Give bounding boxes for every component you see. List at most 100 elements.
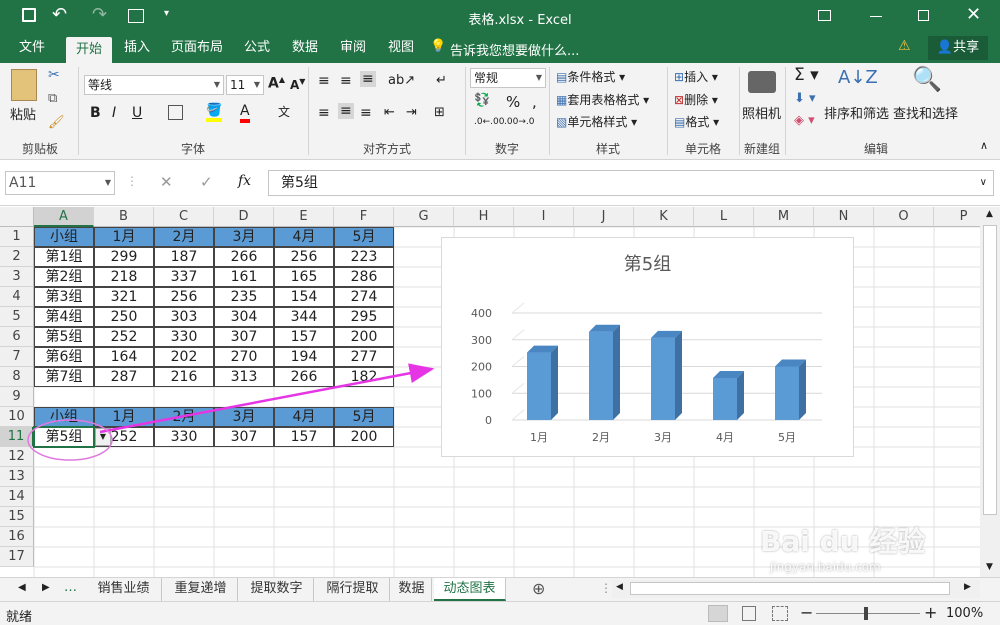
font-name-select[interactable]: 等线 ▼ <box>84 75 224 95</box>
align-left-icon[interactable]: ≡ <box>318 105 330 121</box>
tab-data[interactable]: 数据 <box>284 33 326 63</box>
column-header-K[interactable]: K <box>634 207 694 227</box>
autosum-icon[interactable]: Σ ▾ <box>794 65 819 85</box>
shrink-font-icon[interactable]: A▼ <box>290 77 305 92</box>
paste-button[interactable]: 粘贴 <box>10 104 36 123</box>
align-middle-icon[interactable]: ≡ <box>340 73 352 89</box>
row-header-10[interactable]: 10 <box>0 407 34 427</box>
sort-filter-button[interactable]: 排序和筛选 <box>824 103 889 122</box>
sheet-tab[interactable]: 提取数字 <box>240 578 314 601</box>
accounting-format-icon[interactable]: 💱 <box>474 93 490 108</box>
table-header-cell[interactable]: 1月 <box>94 227 154 247</box>
confirm-entry-icon[interactable]: ✓ <box>200 173 213 191</box>
fill-icon[interactable]: ⬇ ▾ <box>794 91 816 106</box>
customize-qat-icon[interactable]: ▾ <box>164 8 169 19</box>
share-button[interactable]: 👤共享 <box>928 36 988 60</box>
table-cell[interactable]: 277 <box>334 347 394 367</box>
row-header-4[interactable]: 4 <box>0 287 34 307</box>
delete-cells-button[interactable]: ⊠删除 ▾ <box>674 91 718 108</box>
scroll-left-icon[interactable]: ◀ <box>616 582 623 592</box>
column-header-G[interactable]: G <box>394 207 454 227</box>
insert-function-icon[interactable]: fx <box>238 173 251 189</box>
column-header-B[interactable]: B <box>94 207 154 227</box>
column-header-F[interactable]: F <box>334 207 394 227</box>
next-sheet-icon[interactable]: ▶ <box>42 582 50 593</box>
row-header-3[interactable]: 3 <box>0 267 34 287</box>
insert-cells-button[interactable]: ⊞插入 ▾ <box>674 68 718 85</box>
wrap-text-icon[interactable]: ↵ <box>436 73 447 88</box>
table-cell[interactable]: 154 <box>274 287 334 307</box>
percent-icon[interactable]: % <box>506 93 520 111</box>
table-cell[interactable]: 307 <box>214 327 274 347</box>
table-cell[interactable]: 287 <box>94 367 154 387</box>
table-cell[interactable]: 218 <box>94 267 154 287</box>
warning-icon[interactable]: ⚠ <box>898 38 911 54</box>
table-cell[interactable]: 330 <box>154 327 214 347</box>
underline-button[interactable]: U <box>132 105 142 121</box>
table-cell[interactable]: 344 <box>274 307 334 327</box>
save-icon[interactable] <box>22 8 36 22</box>
table-cell[interactable]: 299 <box>94 247 154 267</box>
table-cell[interactable]: 266 <box>214 247 274 267</box>
table-cell[interactable]: 304 <box>214 307 274 327</box>
tab-splitter-icon[interactable]: ⋮ <box>600 581 612 595</box>
column-header-A[interactable]: A <box>34 207 94 227</box>
italic-button[interactable]: I <box>112 105 116 121</box>
table-cell[interactable]: 313 <box>214 367 274 387</box>
sheet-tab[interactable]: 数据 <box>392 578 432 601</box>
cell-style-button[interactable]: ▧单元格样式 ▾ <box>556 113 637 130</box>
table-header-cell[interactable]: 小组 <box>34 407 94 427</box>
name-box[interactable]: A11 ▼ <box>5 171 115 195</box>
zoom-in-icon[interactable]: + <box>924 603 937 622</box>
tab-view[interactable]: 视图 <box>380 33 422 63</box>
table-cell[interactable]: 157 <box>274 327 334 347</box>
table-cell[interactable]: 256 <box>154 287 214 307</box>
table-cell[interactable]: 250 <box>94 307 154 327</box>
row-header-5[interactable]: 5 <box>0 307 34 327</box>
table-cell[interactable]: 194 <box>274 347 334 367</box>
table-cell[interactable]: 第2组 <box>34 267 94 287</box>
table-cell[interactable]: 161 <box>214 267 274 287</box>
borders-icon[interactable] <box>168 105 183 120</box>
table-cell[interactable]: 165 <box>274 267 334 287</box>
row-header-15[interactable]: 15 <box>0 507 34 527</box>
clear-icon[interactable]: ◈ ▾ <box>794 113 815 128</box>
chart-area[interactable]: 第5组 0 100 200 300 400 1月 2月 3月 4月 5月 <box>441 237 854 457</box>
tell-me-input[interactable]: 告诉我您想要做什么... <box>450 40 579 59</box>
horizontal-scrollbar[interactable]: ◀ ▶ <box>612 580 980 598</box>
table-cell[interactable]: 270 <box>214 347 274 367</box>
table-header-cell[interactable]: 2月 <box>154 407 214 427</box>
increase-indent-icon[interactable]: ⇥ <box>406 105 417 120</box>
fill-color-icon[interactable]: 🪣 <box>206 103 223 122</box>
table-cell[interactable]: 307 <box>214 427 274 447</box>
table-cell[interactable]: 235 <box>214 287 274 307</box>
format-painter-icon[interactable]: 🖌 <box>48 115 65 130</box>
table-cell[interactable]: 295 <box>334 307 394 327</box>
row-header-11[interactable]: 11 <box>0 427 34 447</box>
row-header-13[interactable]: 13 <box>0 467 34 487</box>
align-top-icon[interactable]: ≡ <box>318 73 330 89</box>
scroll-thumb[interactable] <box>983 225 997 515</box>
table-cell[interactable]: 200 <box>334 327 394 347</box>
table-header-cell[interactable]: 4月 <box>274 407 334 427</box>
column-header-N[interactable]: N <box>814 207 874 227</box>
table-format-button[interactable]: ▦套用表格格式 ▾ <box>556 91 649 108</box>
scroll-up-icon[interactable]: ▲ <box>986 209 993 219</box>
table-cell[interactable]: 第3组 <box>34 287 94 307</box>
table-cell[interactable]: 164 <box>94 347 154 367</box>
more-sheets-icon[interactable]: … <box>64 580 77 595</box>
number-format-select[interactable]: 常规 ▼ <box>470 68 546 88</box>
sort-filter-icon[interactable]: A↓Z <box>838 67 878 88</box>
font-size-select[interactable]: 11 ▼ <box>226 75 264 95</box>
tab-review[interactable]: 审阅 <box>332 33 374 63</box>
sheet-tab[interactable]: 销售业绩 <box>86 578 162 601</box>
column-header-D[interactable]: D <box>214 207 274 227</box>
table-cell[interactable]: 256 <box>274 247 334 267</box>
table-cell[interactable]: 252 <box>94 327 154 347</box>
maximize-icon[interactable] <box>918 10 929 21</box>
sheet-tab[interactable]: 动态图表 <box>434 578 506 601</box>
align-right-icon[interactable]: ≡ <box>360 105 372 121</box>
find-select-button[interactable]: 查找和选择 <box>893 103 958 122</box>
select-all-corner[interactable] <box>0 207 34 227</box>
column-header-M[interactable]: M <box>754 207 814 227</box>
